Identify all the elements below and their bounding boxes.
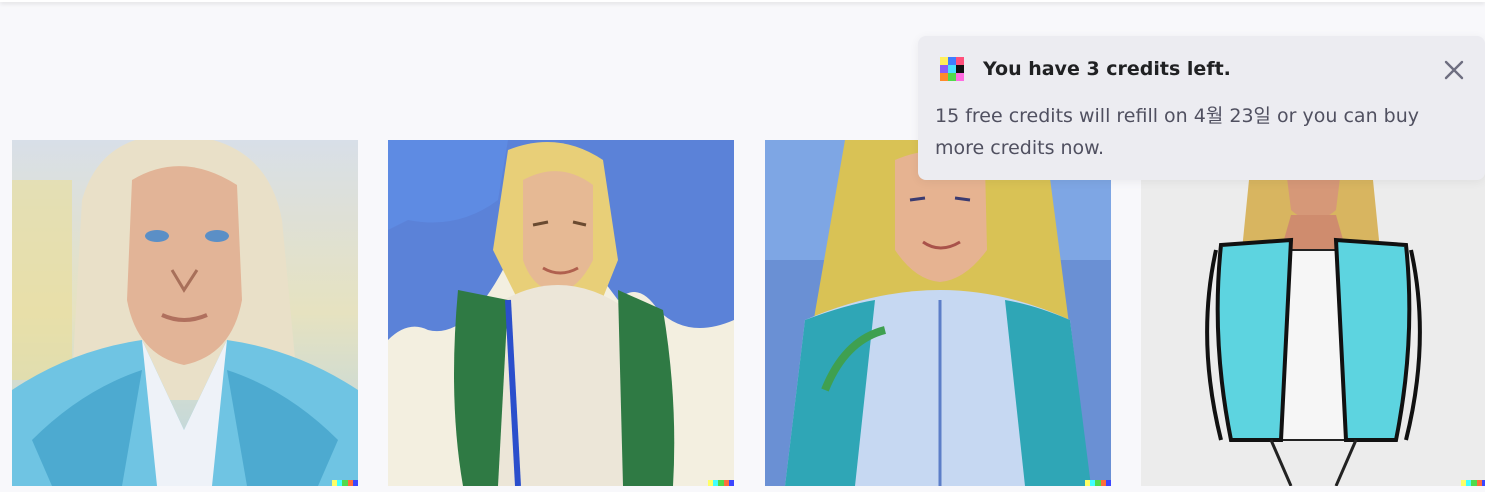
image-tile-4[interactable] bbox=[1141, 140, 1485, 486]
generated-image bbox=[1141, 140, 1485, 486]
notification-title: You have 3 credits left. bbox=[983, 58, 1231, 80]
signature-color-bar bbox=[708, 480, 734, 486]
dalle-logo-icon bbox=[940, 57, 964, 81]
close-icon[interactable] bbox=[1440, 56, 1468, 84]
top-header-bar bbox=[0, 0, 1485, 2]
signature-color-bar bbox=[332, 480, 358, 486]
image-tile-2[interactable] bbox=[388, 140, 734, 486]
image-tile-3[interactable] bbox=[765, 140, 1111, 486]
generated-image bbox=[12, 140, 358, 486]
page: You have 3 credits left. 15 free credits… bbox=[0, 0, 1485, 492]
signature-color-bar bbox=[1085, 480, 1111, 486]
credits-notification: You have 3 credits left. 15 free credits… bbox=[918, 36, 1485, 180]
notification-body: 15 free credits will refill on 4월 23일 or… bbox=[935, 105, 1419, 159]
image-tile-1[interactable] bbox=[12, 140, 358, 486]
generated-image bbox=[388, 140, 734, 486]
generated-image bbox=[765, 140, 1111, 486]
signature-color-bar bbox=[1461, 480, 1485, 486]
